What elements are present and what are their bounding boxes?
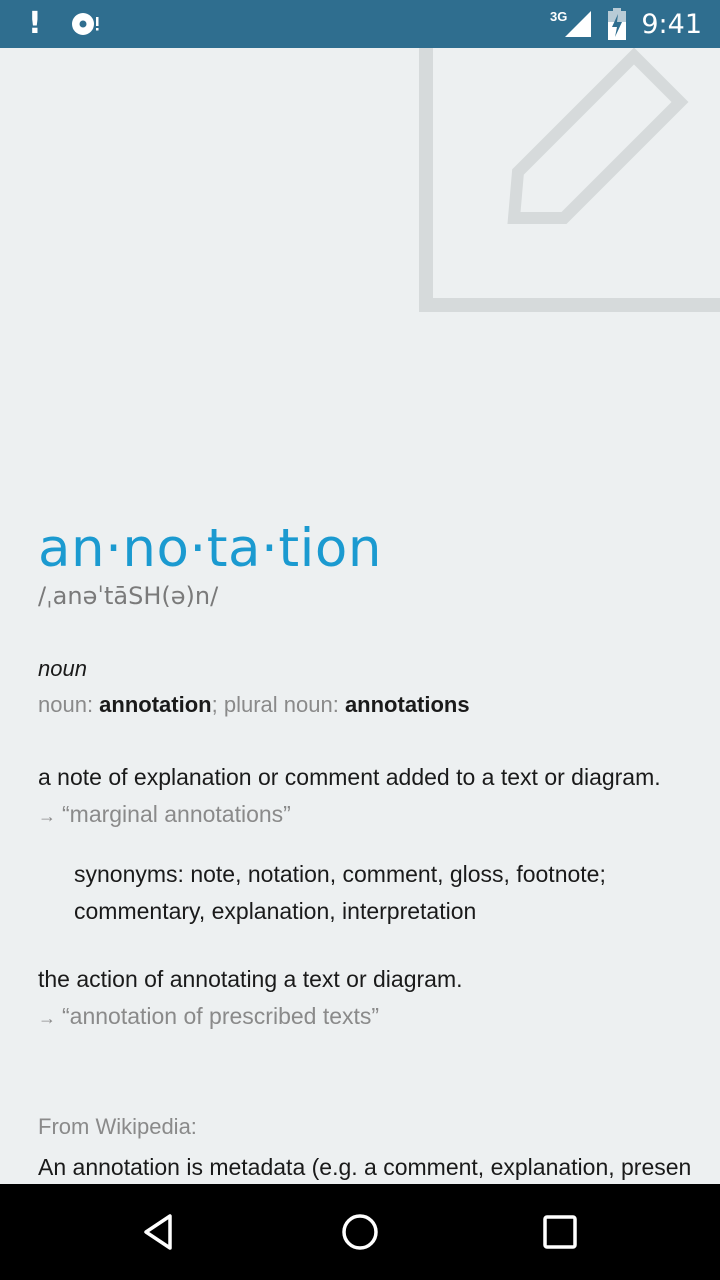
part-of-speech: noun: [38, 656, 87, 681]
plural-label: plural noun:: [223, 692, 345, 717]
wikipedia-snippet[interactable]: An annotation is metadata (e.g. a commen…: [38, 1154, 691, 1181]
synonyms-line-2: commentary, explanation, interpretation: [74, 898, 477, 924]
example-2: → “annotation of prescribed texts”: [38, 1003, 379, 1030]
plural-form: annotations: [344, 692, 470, 717]
example-1: → “marginal annotations”: [38, 801, 291, 828]
noun-form: annotation: [99, 692, 212, 717]
navigation-bar: [0, 1184, 720, 1280]
word-forms: noun: annotation; plural noun: annotatio…: [38, 692, 470, 718]
definition-2: the action of annotating a text or diagr…: [38, 966, 463, 992]
synonyms-list-1: note, notation, comment, gloss, footnote…: [190, 861, 606, 887]
synonyms-line-1: synonyms: note, notation, comment, gloss…: [74, 856, 694, 893]
recents-icon: [543, 1215, 577, 1249]
synonyms-block: synonyms: note, notation, comment, gloss…: [74, 856, 694, 930]
home-button[interactable]: [336, 1208, 384, 1256]
example-2-text: “annotation of prescribed texts”: [62, 1003, 380, 1029]
wikipedia-label: From Wikipedia:: [38, 1114, 197, 1139]
synonyms-label: synonyms:: [74, 861, 191, 887]
note-pencil-illustration: [419, 48, 720, 312]
home-icon: [342, 1214, 378, 1250]
battery-charging-icon: [608, 8, 627, 40]
status-bar: ! 3G 9:41: [0, 0, 720, 48]
pronunciation: /ˌanəˈtāSH(ə)n/: [38, 582, 219, 610]
forms-separator: ;: [211, 692, 224, 717]
signal-icon: [565, 11, 592, 37]
recents-button[interactable]: [536, 1208, 584, 1256]
example-1-text: “marginal annotations”: [62, 801, 291, 827]
definition-1: a note of explanation or comment added t…: [38, 764, 661, 790]
network-type-label: 3G: [550, 8, 568, 24]
headword: an·no·ta·tion: [38, 518, 382, 579]
alert-icon: !: [28, 6, 42, 41]
disc-sync-icon: [71, 13, 99, 35]
back-icon: [144, 1214, 172, 1250]
example-arrow-icon: →: [38, 1008, 56, 1028]
example-arrow-icon: →: [38, 806, 56, 826]
clock: 9:41: [641, 8, 702, 40]
back-button[interactable]: [136, 1208, 184, 1256]
noun-label: noun:: [38, 692, 100, 717]
